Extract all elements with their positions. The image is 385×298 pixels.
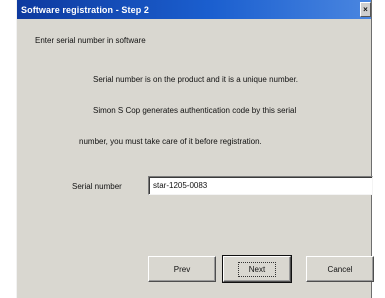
info-line-2: Simon S Cop generates authentication cod…: [93, 106, 297, 115]
title-bar[interactable]: Software registration - Step 2 ×: [17, 0, 371, 19]
next-button[interactable]: Next: [222, 255, 292, 283]
registration-dialog: Software registration - Step 2 × Enter s…: [16, 0, 374, 298]
info-line-1: Serial number is on the product and it i…: [93, 75, 299, 84]
close-icon[interactable]: ×: [360, 2, 371, 17]
next-button-label: Next: [237, 261, 277, 277]
window-title: Software registration - Step 2: [21, 4, 150, 15]
prev-button[interactable]: Prev: [148, 256, 216, 282]
cancel-button[interactable]: Cancel: [306, 256, 374, 282]
serial-number-input[interactable]: [148, 176, 373, 195]
info-line-3: number, you must take care of it before …: [79, 137, 262, 146]
serial-number-label: Serial number: [72, 182, 122, 191]
instruction-text: Enter serial number in software: [35, 36, 146, 45]
